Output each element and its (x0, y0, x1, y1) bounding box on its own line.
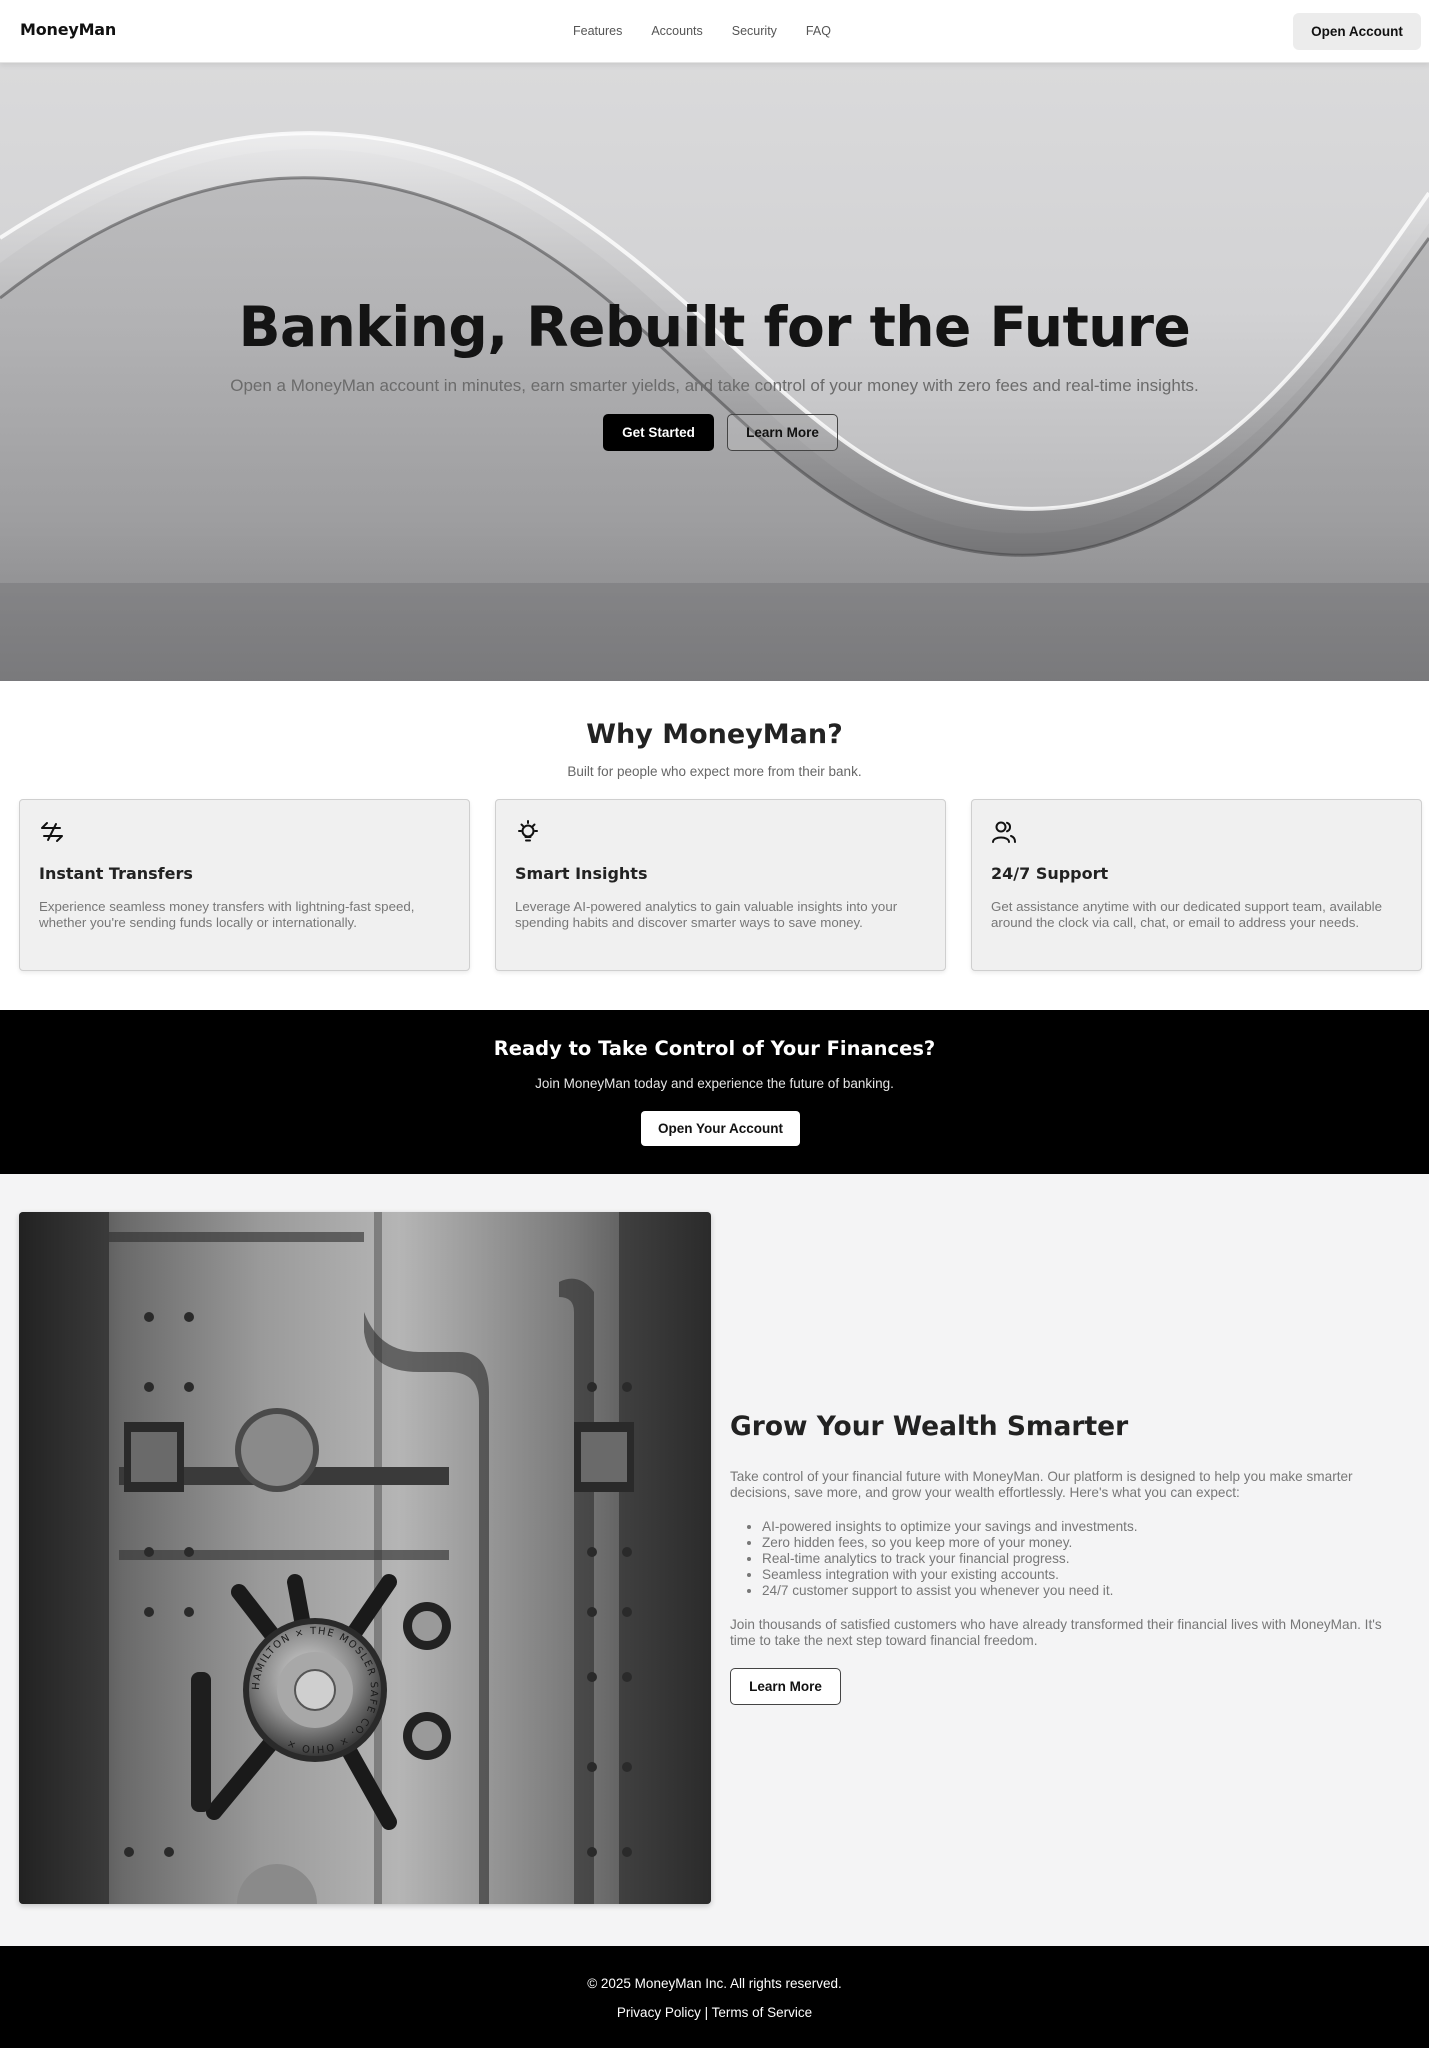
privacy-policy-link[interactable]: Privacy Policy (617, 2005, 701, 2020)
list-item: Zero hidden fees, so you keep more of yo… (762, 1535, 1138, 1551)
get-started-button[interactable]: Get Started (603, 414, 714, 451)
grow-benefits-list: AI-powered insights to optimize your sav… (762, 1519, 1138, 1599)
list-item: Real-time analytics to track your financ… (762, 1551, 1138, 1567)
open-account-button[interactable]: Open Account (1293, 13, 1421, 50)
vault-door-illustration: HAMILTON × THE MOSLER SAFE CO. × OHIO × (19, 1212, 711, 1904)
footer-copyright: © 2025 MoneyMan Inc. All rights reserved… (587, 1976, 842, 1991)
list-item: Seamless integration with your existing … (762, 1567, 1138, 1583)
transfer-arrows-icon (41, 822, 63, 842)
nav-link-features[interactable]: Features (573, 24, 622, 38)
cta-banner: Ready to Take Control of Your Finances? … (0, 1010, 1429, 1174)
why-section-subtitle: Built for people who expect more from th… (567, 764, 862, 779)
hero-buttons: Get Started Learn More (603, 414, 838, 451)
grow-learn-more-button[interactable]: Learn More (730, 1668, 841, 1705)
open-your-account-button[interactable]: Open Your Account (641, 1111, 800, 1146)
grow-intro: Take control of your financial future wi… (730, 1469, 1353, 1500)
feature-card-title: Smart Insights (515, 864, 648, 883)
grow-outro: Join thousands of satisfied customers wh… (730, 1617, 1382, 1648)
hero-title: Banking, Rebuilt for the Future (238, 295, 1191, 359)
terms-of-service-link[interactable]: Terms of Service (712, 2005, 813, 2020)
top-nav: MoneyMan Features Accounts Security FAQ … (0, 0, 1429, 63)
feature-card-support: 24/7 Support Get assistance anytime with… (971, 799, 1422, 971)
list-item: 24/7 customer support to assist you when… (762, 1583, 1138, 1599)
learn-more-button[interactable]: Learn More (727, 414, 838, 451)
footer-separator: | (704, 2005, 709, 2020)
lightbulb-icon (518, 820, 538, 842)
feature-card-instant-transfers: Instant Transfers Experience seamless mo… (19, 799, 470, 971)
cta-subtitle: Join MoneyMan today and experience the f… (535, 1076, 894, 1091)
bank-vault-image: HAMILTON × THE MOSLER SAFE CO. × OHIO × (19, 1212, 711, 1904)
nav-link-security[interactable]: Security (732, 24, 777, 38)
hero-section: Banking, Rebuilt for the Future Open a M… (0, 63, 1429, 681)
feature-card-smart-insights: Smart Insights Leverage AI-powered analy… (495, 799, 946, 971)
why-section-title: Why MoneyMan? (586, 719, 843, 750)
feature-card-title: 24/7 Support (991, 864, 1109, 883)
nav-links: Features Accounts Security FAQ (573, 24, 860, 38)
feature-card-description: Leverage AI-powered analytics to gain va… (515, 899, 898, 930)
cta-title: Ready to Take Control of Your Finances? (493, 1037, 936, 1060)
list-item: AI-powered insights to optimize your sav… (762, 1519, 1138, 1535)
grow-section: HAMILTON × THE MOSLER SAFE CO. × OHIO × (0, 1174, 1429, 1946)
feature-card-description: Experience seamless money transfers with… (39, 899, 415, 930)
grow-title: Grow Your Wealth Smarter (730, 1411, 1129, 1442)
feature-card-description: Get assistance anytime with our dedicate… (991, 899, 1382, 930)
feature-card-title: Instant Transfers (39, 864, 193, 883)
hero-background-wave (0, 131, 1429, 681)
footer-links: Privacy Policy | Terms of Service (0, 2005, 1429, 2020)
brand-logo[interactable]: MoneyMan (20, 20, 116, 39)
nav-link-accounts[interactable]: Accounts (651, 24, 702, 38)
users-icon (992, 821, 1016, 843)
nav-link-faq[interactable]: FAQ (806, 24, 831, 38)
hero-subtitle: Open a MoneyMan account in minutes, earn… (230, 376, 1199, 395)
footer: © 2025 MoneyMan Inc. All rights reserved… (0, 1946, 1429, 2048)
